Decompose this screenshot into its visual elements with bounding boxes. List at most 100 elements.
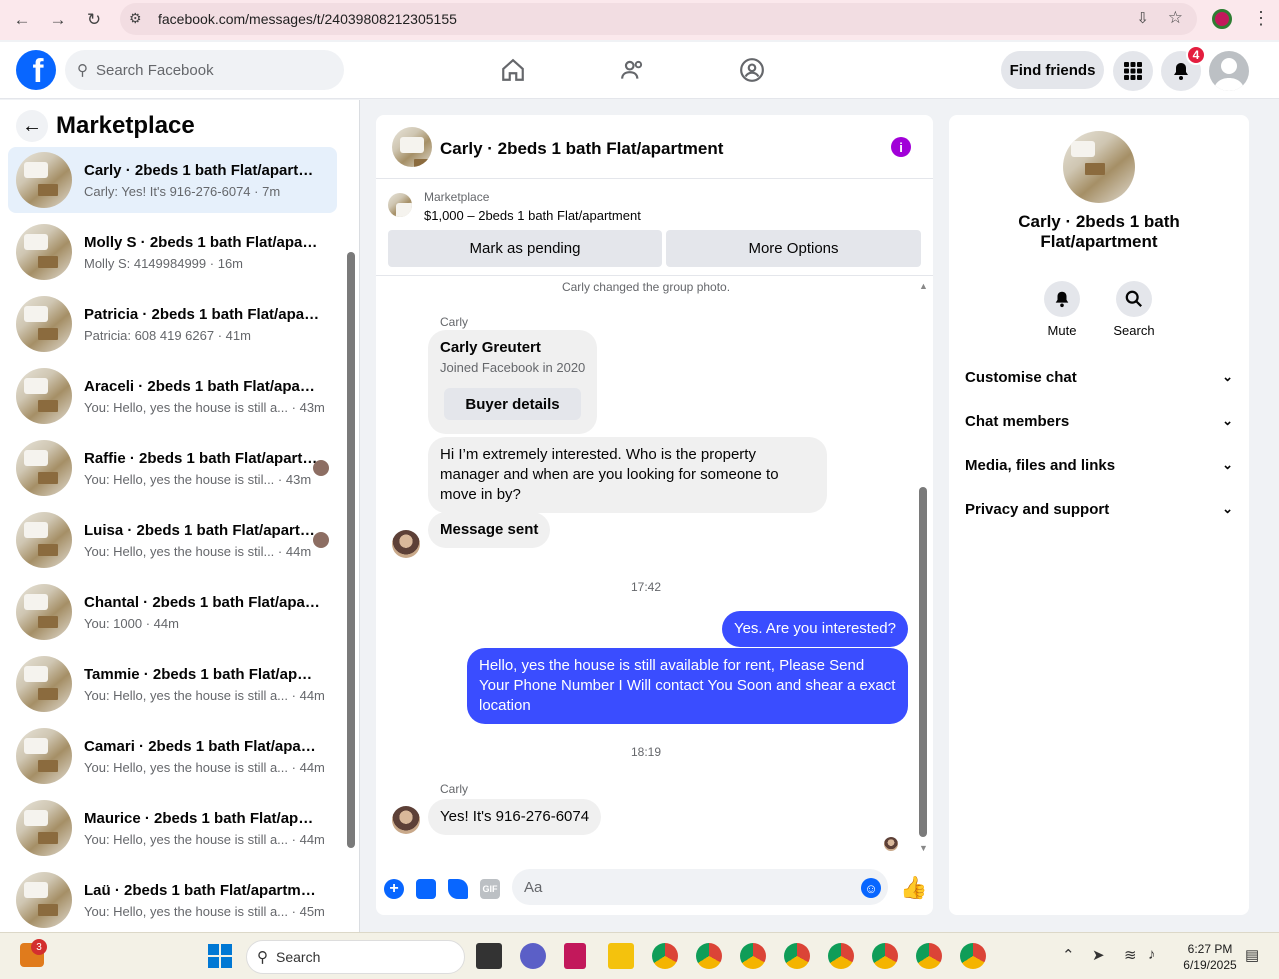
listing-summary[interactable]: $1,000 – 2beds 1 bath Flat/apartment bbox=[424, 208, 641, 223]
conversation-item[interactable]: Camari · 2beds 1 bath Flat/apartment You:… bbox=[8, 723, 337, 789]
preview-text: You: Hello, yes the house is still a... bbox=[84, 688, 289, 703]
mark-as-pending-button[interactable]: Mark as pending bbox=[388, 230, 662, 267]
conversation-item[interactable]: Raffie · 2beds 1 bath Flat/apartment You:… bbox=[8, 435, 337, 501]
sticker-icon[interactable] bbox=[448, 879, 468, 899]
preview-separator: · bbox=[250, 184, 263, 199]
back-arrow-icon[interactable]: ← bbox=[10, 8, 34, 32]
taskbar-search-input[interactable]: ⚲ Search bbox=[246, 940, 465, 974]
photo-icon[interactable] bbox=[416, 879, 436, 899]
gif-icon[interactable]: GIF bbox=[480, 879, 500, 899]
scroll-down-icon[interactable]: ▼ bbox=[919, 843, 928, 853]
bookmark-star-icon[interactable]: ☆ bbox=[1168, 8, 1183, 28]
notification-center-icon[interactable]: ▤ bbox=[1245, 946, 1259, 964]
browser-menu-icon[interactable]: ⋮ bbox=[1252, 8, 1270, 29]
system-clock[interactable]: 6:27 PM 6/19/2025 bbox=[1180, 941, 1240, 973]
listing-bar: Marketplace $1,000 – 2beds 1 bath Flat/a… bbox=[376, 180, 933, 276]
preview-text: You: Hello, yes the house is stil... bbox=[84, 544, 275, 559]
snipping-tool-icon[interactable] bbox=[564, 943, 586, 969]
sender-avatar[interactable] bbox=[392, 806, 420, 834]
clock-time: 6:27 PM bbox=[1187, 942, 1233, 956]
details-section[interactable]: Media, files and links ⌄ bbox=[965, 443, 1233, 487]
message-thread: Carly changed the group photo. Carly Car… bbox=[376, 277, 933, 857]
buyer-details-button[interactable]: Buyer details bbox=[444, 388, 581, 420]
task-view-icon[interactable] bbox=[476, 943, 502, 969]
listing-thumbnail bbox=[16, 872, 72, 928]
conversation-item[interactable]: Araceli · 2beds 1 bath Flat/apartment You… bbox=[8, 363, 337, 429]
buyer-joined: Joined Facebook in 2020 bbox=[440, 360, 586, 375]
plus-icon[interactable]: + bbox=[384, 879, 404, 899]
conversation-item[interactable]: Laü · 2beds 1 bath Flat/apartment You: He… bbox=[8, 867, 337, 933]
groups-icon[interactable] bbox=[736, 54, 768, 86]
menu-grid-icon[interactable] bbox=[1113, 51, 1153, 91]
emoji-icon[interactable]: ☺ bbox=[861, 878, 881, 898]
home-icon[interactable] bbox=[497, 54, 529, 86]
details-section[interactable]: Customise chat ⌄ bbox=[965, 355, 1233, 399]
sticky-notes-icon[interactable] bbox=[608, 943, 634, 969]
sender-avatar[interactable] bbox=[392, 530, 420, 558]
preview-text: You: Hello, yes the house is stil... bbox=[84, 472, 275, 487]
chrome-icon[interactable] bbox=[872, 943, 898, 969]
find-friends-button[interactable]: Find friends bbox=[1001, 51, 1104, 89]
teams-icon[interactable] bbox=[520, 943, 546, 969]
location-icon[interactable]: ➤ bbox=[1092, 946, 1105, 964]
chat-avatar[interactable] bbox=[392, 127, 432, 167]
chrome-icon[interactable] bbox=[916, 943, 942, 969]
incoming-message[interactable]: Hi I’m extremely interested. Who is the … bbox=[428, 437, 827, 513]
reload-icon[interactable]: ↻ bbox=[82, 8, 106, 32]
scrollbar[interactable] bbox=[919, 487, 927, 837]
conversation-item[interactable]: Molly S · 2beds 1 bath Flat/apartment Mol… bbox=[8, 219, 337, 285]
mute-button[interactable]: Mute bbox=[1032, 281, 1092, 338]
listing-thumbnail bbox=[16, 152, 72, 208]
scroll-up-icon[interactable]: ▲ bbox=[919, 281, 928, 291]
conversation-item[interactable]: Tammie · 2beds 1 bath Flat/apartment You:… bbox=[8, 651, 337, 717]
forward-arrow-icon[interactable]: → bbox=[46, 8, 70, 32]
start-windows-icon[interactable] bbox=[208, 944, 232, 968]
conversation-item[interactable]: Maurice · 2beds 1 bath Flat/apartment You… bbox=[8, 795, 337, 861]
outgoing-message[interactable]: Hello, yes the house is still available … bbox=[467, 648, 908, 724]
back-arrow-icon[interactable]: ← bbox=[16, 110, 48, 142]
chrome-icon[interactable] bbox=[696, 943, 722, 969]
search-conversation-button[interactable]: Search bbox=[1104, 281, 1164, 338]
chrome-icon[interactable] bbox=[740, 943, 766, 969]
details-section[interactable]: Chat members ⌄ bbox=[965, 399, 1233, 443]
conversation-item[interactable]: Luisa · 2beds 1 bath Flat/apartment You: … bbox=[8, 507, 337, 573]
outgoing-message[interactable]: Yes. Are you interested? bbox=[721, 611, 908, 647]
conversation-item[interactable]: Carly · 2beds 1 bath Flat/apartment Carly… bbox=[8, 147, 337, 213]
volume-icon[interactable]: ♪ bbox=[1148, 946, 1156, 963]
browser-profile-icon[interactable] bbox=[1212, 9, 1232, 29]
chrome-icon[interactable] bbox=[960, 943, 986, 969]
incoming-message[interactable]: Yes! It's 916-276-6074 bbox=[428, 799, 602, 835]
listing-thumbnail[interactable] bbox=[388, 193, 412, 217]
facebook-logo-icon[interactable]: f bbox=[16, 50, 56, 90]
install-icon[interactable]: ⇩ bbox=[1136, 9, 1149, 27]
info-icon[interactable]: i bbox=[891, 137, 911, 157]
preview-text: You: Hello, yes the house is still a... bbox=[84, 832, 289, 847]
details-section[interactable]: Privacy and support ⌄ bbox=[965, 487, 1233, 531]
listing-thumbnail bbox=[16, 296, 72, 352]
conversation-item[interactable]: Chantal · 2beds 1 bath Flat/apartment You… bbox=[8, 579, 337, 645]
chrome-icon[interactable] bbox=[784, 943, 810, 969]
address-bar[interactable]: ⚙ facebook.com/messages/t/24039808212305… bbox=[120, 3, 1197, 35]
thumbs-up-icon[interactable]: 👍 bbox=[900, 875, 927, 901]
incoming-message[interactable]: Message sent bbox=[428, 512, 551, 548]
preview-text: You: Hello, yes the house is still a... bbox=[84, 400, 289, 415]
site-info-icon[interactable]: ⚙ bbox=[129, 10, 142, 27]
search-input[interactable]: ⚲ Search Facebook bbox=[65, 50, 344, 90]
details-avatar[interactable] bbox=[1063, 131, 1135, 203]
more-options-button[interactable]: More Options bbox=[666, 230, 921, 267]
seen-receipt-avatar bbox=[884, 837, 898, 851]
section-label: Chat members bbox=[965, 412, 1070, 430]
scrollbar[interactable] bbox=[347, 252, 355, 848]
account-avatar[interactable] bbox=[1209, 51, 1249, 91]
preview-text: Carly: Yes! It's 916-276-6074 bbox=[84, 184, 251, 199]
chrome-icon[interactable] bbox=[652, 943, 678, 969]
friends-icon[interactable] bbox=[617, 54, 649, 86]
widgets-badge: 3 bbox=[31, 939, 47, 955]
conversation-item[interactable]: Patricia · 2beds 1 bath Flat/apartment Pa… bbox=[8, 291, 337, 357]
chrome-icon[interactable] bbox=[828, 943, 854, 969]
clock-date: 6/19/2025 bbox=[1183, 958, 1237, 972]
wifi-icon[interactable]: ≋ bbox=[1124, 946, 1137, 964]
chevron-up-icon[interactable]: ⌃ bbox=[1062, 946, 1075, 964]
message-input[interactable]: Aa bbox=[512, 869, 888, 905]
chat-title[interactable]: Carly · 2beds 1 bath Flat/apartment bbox=[440, 139, 723, 159]
